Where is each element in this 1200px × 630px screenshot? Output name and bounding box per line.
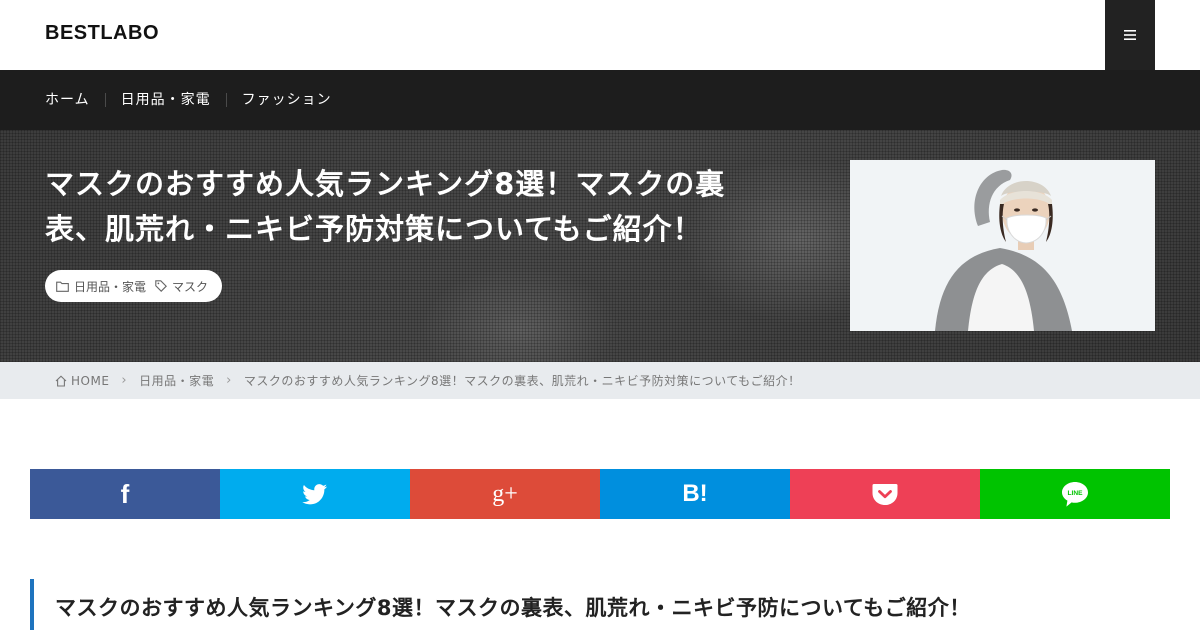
nav-item-fashion[interactable]: ファッション <box>225 93 347 107</box>
tag-link[interactable]: マスク <box>155 278 208 295</box>
article-hero: マスクのおすすめ人気ランキング8選！マスクの裏 表、肌荒れ・ニキビ予防対策につい… <box>0 130 1200 362</box>
breadcrumb-home[interactable]: HOME <box>55 374 109 388</box>
menu-button[interactable] <box>1105 0 1155 70</box>
folder-icon <box>56 281 69 292</box>
breadcrumb-category[interactable]: 日用品・家電 <box>139 372 214 389</box>
breadcrumb-home-label: HOME <box>71 373 110 388</box>
global-nav: ホーム 日用品・家電 ファッション <box>0 70 1200 130</box>
home-icon <box>55 374 67 387</box>
nav-item-home[interactable]: ホーム <box>45 93 105 107</box>
chevron-right-icon: › <box>226 373 232 388</box>
chevron-right-icon: › <box>121 373 128 388</box>
article-headline: マスクのおすすめ人気ランキング8選！マスクの裏表、肌荒れ・ニキビ予防についてもご… <box>30 579 1170 630</box>
share-line-button[interactable]: LINE <box>980 469 1170 519</box>
tag-icon <box>155 280 167 292</box>
nav-item-daily-goods[interactable]: 日用品・家電 <box>104 93 226 107</box>
share-facebook-button[interactable]: f <box>30 469 220 519</box>
hamburger-icon <box>1124 30 1136 40</box>
facebook-icon: f <box>120 478 130 509</box>
share-googleplus-button[interactable]: g+ <box>410 469 600 519</box>
hatena-bookmark-icon: B! <box>682 480 708 507</box>
site-logo[interactable]: BESTLABO <box>45 22 159 45</box>
breadcrumb: HOME › 日用品・家電 › マスクのおすすめ人気ランキング8選！マスクの裏表… <box>0 362 1200 399</box>
article-title: マスクのおすすめ人気ランキング8選！マスクの裏 表、肌荒れ・ニキビ予防対策につい… <box>45 162 775 252</box>
category-label: 日用品・家電 <box>74 279 147 294</box>
site-header: BESTLABO <box>0 0 1200 70</box>
article-thumbnail[interactable] <box>850 160 1155 331</box>
woman-wearing-mask-photo <box>850 160 1155 331</box>
twitter-icon <box>302 483 328 504</box>
line-icon-label: LINE <box>1067 490 1083 497</box>
article-meta: 日用品・家電 マスク <box>45 270 223 302</box>
category-link[interactable]: 日用品・家電 <box>56 278 146 295</box>
share-hatena-button[interactable]: B! <box>600 469 790 519</box>
tag-label: マスク <box>172 279 209 294</box>
article-title-line-1: マスクのおすすめ人気ランキング8選！マスクの裏 <box>45 167 726 201</box>
share-bar: f g+ B! LINE <box>30 469 1170 519</box>
share-pocket-button[interactable] <box>790 469 980 519</box>
google-plus-icon: g+ <box>492 480 518 507</box>
pocket-icon <box>872 483 898 505</box>
breadcrumb-current: マスクのおすすめ人気ランキング8選！マスクの裏表、肌荒れ・ニキビ予防対策について… <box>243 374 801 388</box>
line-icon: LINE <box>1062 481 1088 507</box>
article-title-line-2: 表、肌荒れ・ニキビ予防対策についてもご紹介！ <box>45 212 703 246</box>
share-twitter-button[interactable] <box>220 469 410 519</box>
